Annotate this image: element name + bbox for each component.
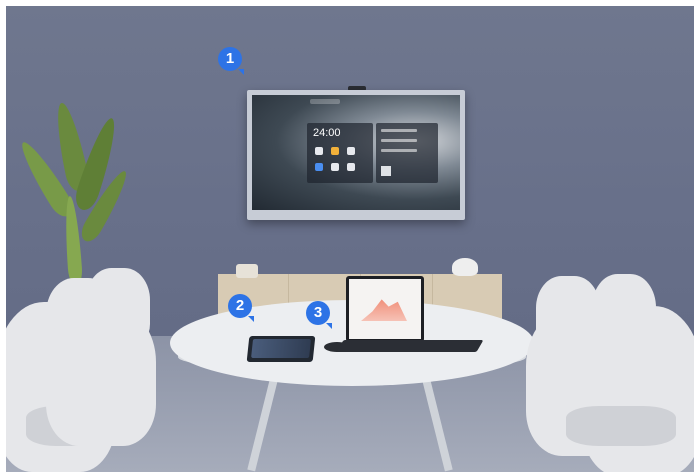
marker-badge-3: 3 xyxy=(306,301,330,325)
display-screen: 24:00 xyxy=(252,95,460,210)
marker-badge-2: 2 xyxy=(228,294,252,318)
meeting-room-scene: 24:00 1 2 3 xyxy=(6,6,694,472)
chair xyxy=(582,306,694,472)
laptop-display xyxy=(349,279,421,339)
app-tile-icon xyxy=(315,163,323,171)
app-tile-icon xyxy=(347,147,355,155)
laptop xyxy=(346,276,424,342)
vase xyxy=(452,258,478,276)
app-tile-icon xyxy=(315,147,323,155)
schedule-row xyxy=(381,129,417,132)
touch-panel xyxy=(246,336,316,362)
chair xyxy=(46,306,156,446)
app-tile-icon xyxy=(331,147,339,155)
screen-status-bar xyxy=(310,99,340,104)
home-panel: 24:00 xyxy=(307,123,373,183)
small-plant xyxy=(236,264,258,278)
clock-text: 24:00 xyxy=(313,127,341,139)
laptop-chart xyxy=(361,299,407,321)
wall-display: 24:00 xyxy=(247,90,465,220)
touch-panel-screen xyxy=(251,339,312,358)
qr-code-icon xyxy=(381,166,391,176)
schedule-panel xyxy=(376,123,438,183)
marker-badge-1: 1 xyxy=(218,47,242,71)
app-tile-icon xyxy=(331,163,339,171)
schedule-row xyxy=(381,139,417,142)
schedule-row xyxy=(381,149,417,152)
app-tile-icon xyxy=(347,163,355,171)
laptop-keyboard xyxy=(336,340,484,352)
